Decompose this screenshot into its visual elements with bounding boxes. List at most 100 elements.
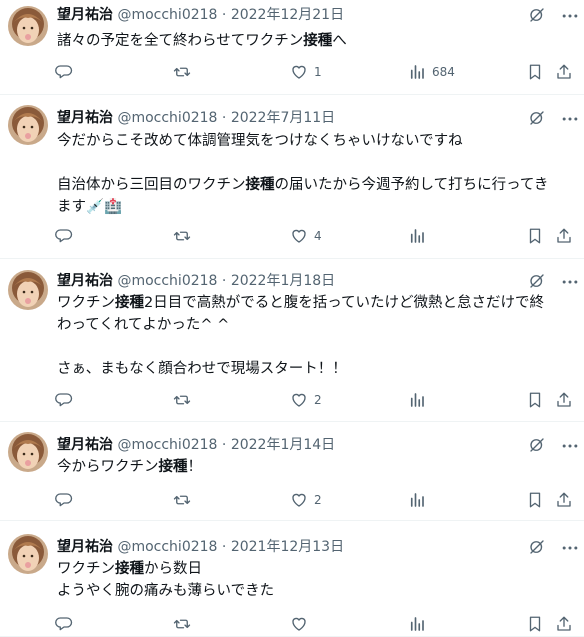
display-name[interactable]: 望月祐治	[57, 273, 113, 289]
more-icon	[562, 444, 578, 448]
grok-icon	[530, 111, 544, 125]
tweet-text-line: ワクチン接種2日目で高熱がでると腹を括っていたけど微熱と怠さだけで終	[57, 292, 570, 314]
display-name[interactable]: 望月祐治	[57, 110, 113, 126]
grok-icon	[530, 8, 544, 22]
retweet-icon	[173, 395, 191, 405]
reply-button[interactable]	[55, 62, 73, 82]
more-button[interactable]	[560, 538, 580, 556]
action-bar: 4	[55, 226, 575, 246]
grok-button[interactable]	[528, 109, 546, 127]
highlighted-term: 接種	[115, 561, 144, 577]
avatar[interactable]	[8, 432, 48, 472]
retweet-button[interactable]	[173, 490, 191, 510]
views-button[interactable]: 684	[408, 62, 455, 82]
grok-button[interactable]	[528, 6, 546, 24]
separator-dot: ·	[217, 7, 231, 23]
share-button[interactable]	[555, 390, 573, 410]
tweet-header: 望月祐治 @mocchi0218 · 2022年1月18日	[57, 272, 335, 290]
text-segment: ワクチン	[57, 561, 115, 577]
like-button[interactable]: 2	[290, 390, 322, 410]
bookmark-icon	[529, 228, 541, 244]
bookmark-button[interactable]	[526, 390, 544, 410]
handle[interactable]: @mocchi0218	[117, 539, 217, 555]
display-name[interactable]: 望月祐治	[57, 437, 113, 453]
tweet-date[interactable]: 2022年7月11日	[231, 110, 335, 126]
text-segment: ワクチン	[57, 295, 115, 311]
views-icon	[410, 617, 424, 631]
reply-button[interactable]	[55, 226, 73, 246]
tweet-date[interactable]: 2022年12月21日	[231, 7, 344, 23]
more-button[interactable]	[560, 436, 580, 454]
more-button[interactable]	[560, 109, 580, 127]
action-bar: 1 684	[55, 62, 575, 82]
retweet-button[interactable]	[173, 614, 191, 634]
display-name[interactable]: 望月祐治	[57, 539, 113, 555]
retweet-icon	[173, 231, 191, 241]
grok-icon	[530, 438, 544, 452]
reply-button[interactable]	[55, 390, 73, 410]
reply-button[interactable]	[55, 614, 73, 634]
handle[interactable]: @mocchi0218	[117, 273, 217, 289]
text-segment: 自治体から三回目のワクチン	[57, 177, 246, 193]
grok-button[interactable]	[528, 436, 546, 454]
tweet[interactable]: 望月祐治 @mocchi0218 · 2021年12月13日 ワクチン接種から数日…	[0, 521, 584, 637]
more-button[interactable]	[560, 6, 580, 24]
like-button[interactable]: 2	[290, 490, 322, 510]
separator-dot: ·	[217, 110, 231, 126]
retweet-button[interactable]	[173, 226, 191, 246]
like-count: 1	[314, 65, 322, 79]
like-icon	[292, 493, 306, 507]
views-icon	[410, 393, 424, 407]
reply-icon	[55, 229, 73, 243]
more-button[interactable]	[560, 272, 580, 290]
handle[interactable]: @mocchi0218	[117, 110, 217, 126]
separator-dot: ·	[217, 273, 231, 289]
tweet[interactable]: 望月祐治 @mocchi0218 · 2022年1月14日 今からワクチン接種！ 2	[0, 422, 584, 521]
tweet-date[interactable]: 2021年12月13日	[231, 539, 344, 555]
share-button[interactable]	[555, 62, 573, 82]
text-segment: の届いたから今週予約して打ちに行ってき	[274, 177, 549, 193]
views-button[interactable]	[408, 390, 432, 410]
views-icon	[410, 493, 424, 507]
reply-icon	[55, 617, 73, 631]
tweet[interactable]: 望月祐治 @mocchi0218 · 2022年7月11日 今だからこそ改めて体調…	[0, 95, 584, 259]
reply-button[interactable]	[55, 490, 73, 510]
action-bar: 2	[55, 490, 575, 510]
bookmark-button[interactable]	[526, 226, 544, 246]
reply-icon	[55, 65, 73, 79]
share-button[interactable]	[555, 226, 573, 246]
grok-button[interactable]	[528, 538, 546, 556]
tweet[interactable]: 望月祐治 @mocchi0218 · 2022年1月18日ワクチン接種2日目で高…	[0, 259, 584, 422]
retweet-button[interactable]	[173, 62, 191, 82]
tweet[interactable]: 望月祐治 @mocchi0218 · 2022年12月21日 諸々の予定を全て終わ…	[0, 0, 584, 95]
avatar[interactable]	[8, 6, 48, 46]
like-icon	[292, 393, 306, 407]
bookmark-button[interactable]	[526, 614, 544, 634]
retweet-icon	[173, 619, 191, 629]
tweet-text-line: ワクチン接種から数日	[57, 558, 570, 580]
display-name[interactable]: 望月祐治	[57, 7, 113, 23]
avatar[interactable]	[8, 105, 48, 145]
tweet-date[interactable]: 2022年1月14日	[231, 437, 335, 453]
views-button[interactable]	[408, 614, 432, 634]
like-button[interactable]: 1	[290, 62, 322, 82]
avatar[interactable]	[8, 270, 48, 310]
tweet-text-line: 自治体から三回目のワクチン接種の届いたから今週予約して打ちに行ってき	[57, 174, 570, 196]
tweet-text-line: わってくれてよかった^ ^	[57, 314, 570, 336]
handle[interactable]: @mocchi0218	[117, 7, 217, 23]
bookmark-button[interactable]	[526, 62, 544, 82]
views-button[interactable]	[408, 490, 432, 510]
views-icon	[410, 65, 424, 79]
bookmark-button[interactable]	[526, 490, 544, 510]
like-button[interactable]: 4	[290, 226, 322, 246]
tweet-date[interactable]: 2022年1月18日	[231, 273, 335, 289]
share-button[interactable]	[555, 490, 573, 510]
handle[interactable]: @mocchi0218	[117, 437, 217, 453]
views-button[interactable]	[408, 226, 432, 246]
avatar[interactable]	[8, 534, 48, 574]
like-button[interactable]	[290, 614, 314, 634]
share-button[interactable]	[555, 614, 573, 634]
grok-button[interactable]	[528, 272, 546, 290]
retweet-button[interactable]	[173, 390, 191, 410]
text-segment: 2日目で高熱がでると腹を括っていたけど微熱と怠さだけで終	[144, 295, 544, 311]
